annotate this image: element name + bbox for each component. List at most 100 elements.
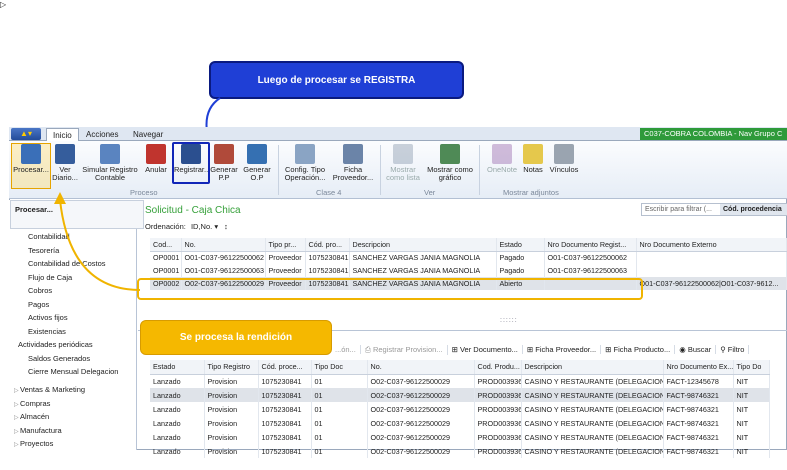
nav-item[interactable]: Saldos Generados xyxy=(28,354,90,363)
table-cell: Pagado xyxy=(496,264,545,277)
column-header[interactable]: Nro Documento Externo xyxy=(636,238,787,252)
ribbon-button-icon xyxy=(214,144,234,164)
toolbar-icon: ⊞ xyxy=(526,345,536,354)
column-header[interactable]: No. xyxy=(181,238,266,252)
chevron-down-icon[interactable]: ▾ xyxy=(214,222,218,231)
column-header[interactable]: Nro Documento Regist... xyxy=(544,238,637,252)
column-header[interactable]: Tipo Registro xyxy=(204,360,259,375)
nav-item[interactable]: Existencias xyxy=(28,327,66,336)
nav-group[interactable]: ▷Proyectos xyxy=(14,439,53,448)
sort-label: Ordenación: xyxy=(145,222,186,231)
ribbon-button-8[interactable]: Ficha Proveedor... xyxy=(332,144,374,182)
toolbar-label: Ficha Producto... xyxy=(613,345,671,354)
column-header[interactable]: Descripcion xyxy=(349,238,497,252)
tab-navegar[interactable]: Navegar xyxy=(127,128,169,141)
ribbon-button-label: Notas xyxy=(523,165,543,174)
lines-toolbar-button[interactable]: ⎙ Registrar Provision... xyxy=(361,345,448,355)
table-cell: O02-C037-96122500029 xyxy=(367,388,475,402)
table-row[interactable]: Lanzado Provision 1075230841 01 O02-C037-961… xyxy=(150,416,770,430)
lines-toolbar-button[interactable]: ⊞ Ver Documento... xyxy=(448,345,523,354)
lines-toolbar-button[interactable]: ◉ Buscar xyxy=(675,345,717,354)
column-header[interactable]: Cod. Produ... xyxy=(474,360,522,375)
table-cell: 1075230841 xyxy=(258,374,312,388)
table-cell: Lanzado xyxy=(150,416,205,430)
ribbon-button-5[interactable]: Generar P.P xyxy=(208,144,240,182)
expand-icon[interactable]: ▷ xyxy=(0,0,6,9)
ribbon-button-icon xyxy=(100,144,120,164)
lines-toolbar-button[interactable]: ⊞ Ficha Producto... xyxy=(601,345,676,354)
table-cell: O01-C037-96122500063 xyxy=(181,264,266,277)
filter-input[interactable]: Escribir para filtrar (... xyxy=(645,206,712,213)
table-cell: 01 xyxy=(311,374,368,388)
column-header[interactable]: Descripcion xyxy=(521,360,664,375)
nav-group[interactable]: ▷Almacén xyxy=(14,412,49,421)
table-row[interactable]: Lanzado Provision 1075230841 01 O02-C037-961… xyxy=(150,388,770,402)
column-header[interactable]: Estado xyxy=(496,238,545,252)
ribbon-button-3[interactable]: Anular xyxy=(142,144,170,174)
application-menu-button[interactable]: ▲▾ xyxy=(11,128,41,140)
ribbon-button-6[interactable]: Generar O.P xyxy=(242,144,272,182)
table-cell: CASINO Y RESTAURANTE (DELEGACION) xyxy=(521,444,664,458)
table-row[interactable]: Lanzado Provision 1075230841 01 O02-C037-961… xyxy=(150,402,770,416)
ribbon-button-11[interactable]: OneNote xyxy=(484,144,520,174)
table-cell: O01-C037-96122500062|O01-C037-9612... xyxy=(636,277,787,290)
nav-group[interactable]: ▷Ventas & Marketing xyxy=(14,385,85,394)
table-cell: Provision xyxy=(204,416,259,430)
table-cell: 01 xyxy=(311,416,368,430)
callout-registra: Luego de procesar se REGISTRA xyxy=(209,61,464,99)
table-cell: FACT-98746321 xyxy=(663,402,734,416)
column-header[interactable]: Estado xyxy=(150,360,205,375)
tab-inicio[interactable]: Inicio xyxy=(46,128,79,141)
lines-toolbar-button[interactable]: ⊞ Ficha Proveedor... xyxy=(523,345,602,354)
ribbon-button-7[interactable]: Config. Tipo Operación... xyxy=(282,144,328,182)
ribbon-button-icon xyxy=(440,144,460,164)
filter-box[interactable]: Escribir para filtrar (... Cód. procedenc… xyxy=(641,203,787,216)
ribbon-button-0[interactable]: Procesar... xyxy=(12,144,50,174)
sort-direction-icon[interactable]: ↕ xyxy=(224,222,228,231)
nav-item[interactable]: Activos fijos xyxy=(28,313,68,322)
ribbon-button-2[interactable]: Simular Registro Contable xyxy=(80,144,140,182)
ribbon-button-10[interactable]: Mostrar como gráfico xyxy=(425,144,475,182)
nav-item[interactable]: Pagos xyxy=(28,300,49,309)
column-header[interactable]: Tipo Doc xyxy=(311,360,368,375)
column-header[interactable]: Cód. pro... xyxy=(305,238,350,252)
table-cell: FACT-98746321 xyxy=(663,444,734,458)
table-row[interactable]: OP0001 O01-C037-96122500062 Proveedor 10752… xyxy=(150,251,787,264)
nav-item[interactable]: Cierre Mensual Delegacion xyxy=(28,367,118,376)
table-row[interactable]: OP0001 O01-C037-96122500063 Proveedor 10752… xyxy=(150,264,787,277)
filter-field-select[interactable]: Cód. procedencia xyxy=(720,204,787,215)
sort-value[interactable]: ID,No. xyxy=(191,222,212,231)
tab-acciones[interactable]: Acciones xyxy=(80,128,124,141)
toolbar-icon: ◉ xyxy=(679,345,688,354)
ribbon-button-1[interactable]: Ver Diario... xyxy=(52,144,78,182)
column-header[interactable]: Tipo pr... xyxy=(265,238,306,252)
table-row[interactable]: Lanzado Provision 1075230841 01 O02-C037-961… xyxy=(150,374,770,388)
table-row[interactable]: Lanzado Provision 1075230841 01 O02-C037-961… xyxy=(150,444,770,458)
column-header[interactable]: Nro Documento Ex... xyxy=(663,360,734,375)
table-row[interactable]: Lanzado Provision 1075230841 01 O02-C037-961… xyxy=(150,430,770,444)
column-header[interactable]: Tipo Do xyxy=(733,360,770,375)
pane-splitter[interactable]: :::::: xyxy=(500,317,518,324)
ribbon-separator xyxy=(380,145,381,195)
ribbon-button-icon xyxy=(343,144,363,164)
nav-group[interactable]: ▷Compras xyxy=(14,399,50,408)
lines-toolbar-button[interactable]: ...ón... xyxy=(331,345,361,354)
column-header[interactable]: No. xyxy=(367,360,475,375)
table-cell: O01-C037-96122500062 xyxy=(544,251,637,264)
table-cell: Lanzado xyxy=(150,374,205,388)
lines-toolbar-button[interactable]: ⚲ Filtro xyxy=(716,345,750,354)
ribbon-button-9[interactable]: Mostrar como lista xyxy=(385,144,421,182)
ribbon-button-12[interactable]: Notas xyxy=(522,144,544,174)
column-header[interactable]: Cod... xyxy=(150,238,182,252)
nav-item[interactable]: Actividades periódicas xyxy=(18,340,93,349)
column-header[interactable]: Cód. proce... xyxy=(258,360,312,375)
table-cell: Pagado xyxy=(496,251,545,264)
nav-group[interactable]: ▷Manufactura xyxy=(14,426,62,435)
ribbon-button-13[interactable]: Vínculos xyxy=(549,144,579,174)
ribbon-button-icon xyxy=(393,144,413,164)
nav-group-label: Almacén xyxy=(20,412,50,421)
nav-group-label: Ventas & Marketing xyxy=(20,385,86,394)
table-cell: CASINO Y RESTAURANTE (DELEGACION) xyxy=(521,430,664,444)
toolbar-label: Ver Documento... xyxy=(459,345,518,354)
table-cell: OP0001 xyxy=(150,264,182,277)
